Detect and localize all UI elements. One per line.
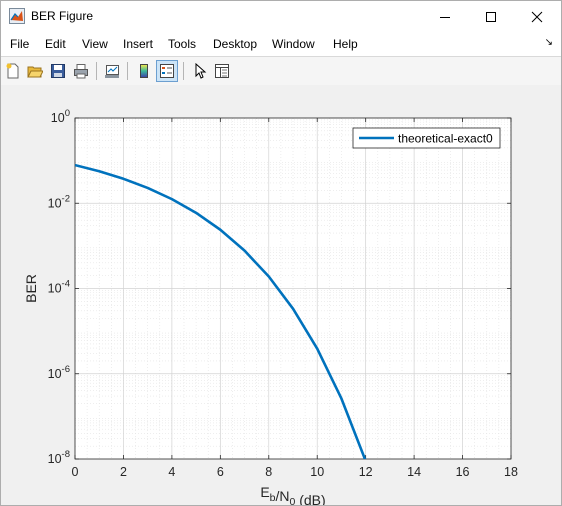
menu-insert[interactable]: Insert — [123, 37, 153, 51]
save-button[interactable] — [47, 60, 69, 82]
menu-bar: File Edit View Insert Tools Desktop Wind… — [1, 32, 561, 56]
legend-label: theoretical-exact0 — [398, 132, 493, 146]
y-tick-label: 10-6 — [48, 364, 70, 381]
y-tick-label: 10-2 — [48, 193, 70, 210]
x-tick-label: 4 — [168, 465, 175, 479]
figure-canvas[interactable]: 0 2 4 6 8 10 12 14 16 18 100 10-2 10-4 10-6 10-8 BER Eb/… — [1, 85, 561, 505]
menu-help[interactable]: Help — [333, 37, 358, 51]
maximize-button[interactable] — [468, 1, 514, 32]
x-tick-label: 18 — [504, 465, 518, 479]
x-tick-label: 10 — [310, 465, 324, 479]
y-tick-label: 10-8 — [48, 449, 70, 466]
matlab-icon — [9, 8, 25, 24]
minimize-button[interactable] — [422, 1, 468, 32]
close-button[interactable] — [514, 1, 560, 32]
menu-desktop[interactable]: Desktop — [213, 37, 257, 51]
pointer-icon — [195, 63, 207, 79]
link-plot-icon — [105, 65, 119, 78]
menu-tools[interactable]: Tools — [168, 37, 196, 51]
print-button[interactable] — [70, 60, 92, 82]
menu-window[interactable]: Window — [272, 37, 315, 51]
y-tick-label: 10-4 — [48, 279, 70, 296]
legend-button[interactable] — [156, 60, 178, 82]
colorbar-icon — [140, 64, 148, 78]
legend-icon — [160, 64, 174, 78]
menu-view[interactable]: View — [82, 37, 108, 51]
x-tick-label: 16 — [456, 465, 470, 479]
figure-toolbar — [1, 56, 561, 86]
x-tick-label: 0 — [72, 465, 79, 479]
x-tick-label: 2 — [120, 465, 127, 479]
y-axis-label: BER — [23, 274, 39, 303]
open-file-icon — [27, 66, 43, 78]
maximize-icon — [486, 11, 496, 22]
x-tick-label: 14 — [407, 465, 421, 479]
colorbar-button[interactable] — [133, 60, 155, 82]
menu-edit[interactable]: Edit — [45, 37, 66, 51]
x-axis-label: Eb/N0 (dB) — [260, 484, 325, 505]
x-tick-label: 6 — [217, 465, 224, 479]
x-tick-label: 12 — [359, 465, 373, 479]
property-inspector-button[interactable] — [211, 60, 233, 82]
open-file-button[interactable] — [24, 60, 46, 82]
save-icon — [51, 64, 65, 78]
toolbar-separator — [96, 62, 97, 80]
minimize-icon — [440, 16, 450, 18]
menu-file[interactable]: File — [10, 37, 29, 51]
x-tick-label: 8 — [265, 465, 272, 479]
y-tick-label: 100 — [51, 108, 70, 125]
property-inspector-icon — [215, 64, 229, 78]
link-plot-button[interactable] — [101, 60, 123, 82]
toolbar-separator — [183, 62, 184, 80]
dock-arrow-icon[interactable]: ↘ — [545, 37, 553, 48]
print-icon — [74, 64, 88, 79]
close-icon — [531, 11, 543, 22]
figure-window: BER Figure File Edit View Insert Tools D… — [0, 0, 562, 506]
new-figure-icon — [6, 63, 19, 79]
pointer-button[interactable] — [189, 60, 211, 82]
window-title: BER Figure — [31, 9, 94, 23]
new-figure-button[interactable] — [2, 60, 24, 82]
ber-plot[interactable]: 0 2 4 6 8 10 12 14 16 18 100 10-2 10-4 10-6 10-8 BER Eb/… — [1, 85, 561, 505]
legend[interactable]: theoretical-exact0 — [352, 127, 501, 149]
title-bar[interactable]: BER Figure — [1, 1, 561, 32]
toolbar-separator — [127, 62, 128, 80]
